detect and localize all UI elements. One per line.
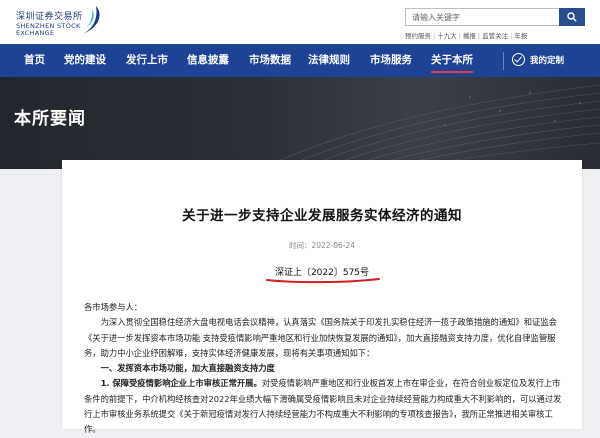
- item-lead: 1. 保障受疫情影响企业上市审核正常开展。: [100, 378, 262, 389]
- intro-paragraph: 为深入贯彻全国稳住经济大盘电视电话会议精神，认真落实《国务院关于印发扎实稳住经济…: [84, 317, 557, 358]
- nav-item-home[interactable]: 首页: [24, 44, 45, 77]
- my-custom-button[interactable]: 我的定制: [512, 53, 564, 69]
- check-circle-icon: [512, 53, 525, 66]
- nav-item-rules[interactable]: 法律规则: [308, 44, 350, 77]
- nav-item-party-building[interactable]: 党的建设: [64, 44, 106, 77]
- main-nav: 首页 党的建设 发行上市 信息披露 市场数据 法律规则 市场服务 关于本所 我的…: [0, 44, 600, 77]
- page-banner: 本所要闻: [0, 77, 600, 169]
- nav-item-market-data[interactable]: 市场数据: [249, 44, 291, 77]
- my-custom-label: 我的定制: [530, 56, 565, 66]
- article-date: 时间：2022-06-24: [288, 241, 356, 250]
- site-header: 深圳证券交易所 SHENZHEN STOCK EXCHANGE 预约服务|十九大…: [0, 0, 600, 44]
- nav-item-market-services[interactable]: 市场服务: [370, 44, 412, 77]
- nav-divider: [503, 52, 504, 70]
- salutation: 各市场参与人：: [84, 302, 143, 312]
- hot-word-link[interactable]: 预约服务: [405, 32, 431, 40]
- separator: |: [458, 32, 461, 40]
- hot-words: 预约服务 | 十九大 | 播报 | 监管关注 | 年报: [405, 30, 527, 40]
- nav-item-ipo[interactable]: 发行上市: [126, 44, 168, 77]
- search-icon: [567, 12, 577, 22]
- banner-title: 本所要闻: [14, 109, 86, 129]
- item-paragraph: 1. 保障受疫情影响企业上市审核正常开展。对受疫情影响严重地区和行业板首发上市在…: [84, 376, 566, 437]
- section-heading: 一、发挥资本市场功能，加大直接融资支持力度: [100, 363, 275, 374]
- hot-word-link[interactable]: 年报: [514, 32, 527, 40]
- red-underline-annotation: [266, 278, 380, 284]
- hot-word-link[interactable]: 监管关注: [482, 32, 508, 40]
- hot-word-link[interactable]: 播报: [463, 32, 476, 40]
- logo-name-en[interactable]: SHENZHEN STOCK EXCHANGE: [16, 23, 86, 37]
- article-title: 关于进一步支持企业发展服务实体经济的通知: [182, 208, 462, 224]
- separator: |: [433, 32, 436, 40]
- hot-word-link[interactable]: 十九大: [437, 32, 457, 40]
- separator: |: [510, 32, 513, 40]
- banner-background-art: [259, 84, 600, 169]
- search-input[interactable]: [405, 8, 559, 26]
- logo-name-cn[interactable]: 深圳证券交易所: [16, 9, 83, 22]
- nav-item-about[interactable]: 关于本所: [431, 44, 473, 77]
- separator: |: [477, 32, 481, 40]
- article-body: 各市场参与人： 为深入贯彻全国稳住经济大盘电视电话会议精神，认真落实《国务院关于…: [84, 300, 566, 438]
- nav-item-disclosure[interactable]: 信息披露: [187, 44, 229, 77]
- search-button[interactable]: [559, 8, 585, 26]
- article-card: 关于进一步支持企业发展服务实体经济的通知 时间：2022-06-24 深证上〔2…: [62, 160, 582, 434]
